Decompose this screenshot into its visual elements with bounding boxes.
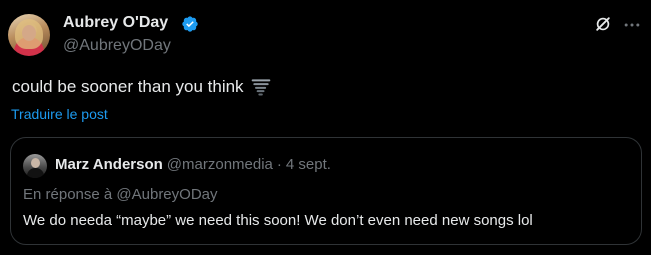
author-avatar[interactable] <box>8 14 50 56</box>
quoted-post-card[interactable]: Marz Anderson @marzonmedia · 4 sept. En rép… <box>10 137 642 245</box>
avatar-face <box>22 25 36 41</box>
quote-text: We do needa “maybe” we need this soon! W… <box>23 212 533 229</box>
more-options-icon[interactable] <box>622 15 642 35</box>
author-handle[interactable]: @AubreyODay <box>63 36 171 56</box>
translate-post-link[interactable]: Traduire le post <box>11 105 108 123</box>
verified-badge-icon <box>182 16 198 32</box>
quote-author-handle[interactable]: @marzonmedia <box>167 156 273 173</box>
quote-author-avatar[interactable] <box>23 154 47 178</box>
quote-avatar-head <box>31 158 40 168</box>
quote-reply-context: En réponse à @AubreyODay <box>23 186 218 203</box>
author-name[interactable]: Aubrey O'Day <box>63 13 168 33</box>
tweet-text-content: could be sooner than you think <box>12 77 244 96</box>
quote-header: Marz Anderson @marzonmedia · 4 sept. <box>55 155 331 175</box>
grok-icon[interactable] <box>593 14 613 34</box>
quote-avatar-body <box>27 168 44 178</box>
quote-date[interactable]: 4 sept. <box>286 156 331 173</box>
quote-author-name[interactable]: Marz Anderson <box>55 156 163 173</box>
tweet-text: could be sooner than you think <box>12 75 271 99</box>
tornado-icon <box>251 79 270 96</box>
quote-separator: · <box>276 156 282 173</box>
